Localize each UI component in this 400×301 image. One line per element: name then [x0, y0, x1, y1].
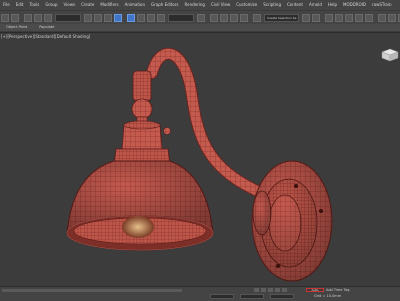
- lamp-shade: [66, 160, 214, 251]
- main-toolbar: Create Selection Se: [0, 10, 400, 25]
- rectangular-selection-icon[interactable]: [104, 13, 112, 22]
- select-and-place-icon[interactable]: [157, 13, 165, 22]
- arm-knuckle: [131, 70, 153, 126]
- go-to-end-icon[interactable]: [282, 288, 287, 292]
- menu-bar: File Edit Tools Group Views Create Modifiers An…: [0, 0, 400, 10]
- menu-views[interactable]: Views: [61, 0, 79, 10]
- auto-key-button[interactable]: Auto: [306, 288, 324, 292]
- menu-customize[interactable]: Customize: [233, 0, 260, 10]
- menu-rendering[interactable]: Rendering: [182, 0, 208, 10]
- render-setup-icon[interactable]: [378, 13, 387, 22]
- time-slider[interactable]: [2, 289, 182, 292]
- spinner-snap-icon[interactable]: [240, 13, 248, 22]
- perspective-viewport[interactable]: [+][Perspective][Standard][Default Shadi…: [0, 32, 400, 287]
- scene-explorer-icon[interactable]: [325, 13, 334, 22]
- add-time-tag[interactable]: Add Time Tag: [326, 288, 350, 292]
- angle-snap-icon[interactable]: [220, 13, 228, 22]
- unlink-icon[interactable]: [34, 13, 42, 22]
- select-and-rotate-icon[interactable]: [137, 13, 145, 22]
- menu-civil-view[interactable]: Civil View: [208, 0, 233, 10]
- menu-animation[interactable]: Animation: [122, 0, 148, 10]
- snaps-toggle-icon[interactable]: [210, 13, 218, 22]
- next-frame-icon[interactable]: [275, 288, 280, 292]
- named-selection-set-dropdown[interactable]: Create Selection Se: [264, 13, 300, 22]
- pivot-center-icon[interactable]: [197, 13, 205, 22]
- menu-scripting[interactable]: Scripting: [260, 0, 284, 10]
- menu-file[interactable]: File: [0, 0, 13, 10]
- play-icon[interactable]: [268, 288, 273, 292]
- selection-filter-dropdown[interactable]: [55, 13, 81, 22]
- status-bar: Auto Add Time Tag Grid = 10.0mm: [0, 286, 400, 301]
- reference-coordinate-dropdown[interactable]: [168, 13, 194, 22]
- link-icon[interactable]: [24, 13, 32, 22]
- edit-named-selection-icon[interactable]: [253, 13, 261, 22]
- ribbon-tab-populate[interactable]: Populate: [33, 24, 60, 31]
- material-editor-icon[interactable]: [365, 13, 374, 22]
- select-and-scale-icon[interactable]: [147, 13, 155, 22]
- undo-icon[interactable]: [1, 13, 9, 22]
- previous-frame-icon[interactable]: [261, 288, 266, 292]
- select-by-name-icon[interactable]: [94, 13, 102, 22]
- menu-arnold[interactable]: Arnold: [306, 0, 325, 10]
- percent-snap-icon[interactable]: [230, 13, 238, 22]
- layer-explorer-icon[interactable]: [335, 13, 344, 22]
- x-coordinate-field[interactable]: [210, 294, 234, 299]
- menu-moddroid[interactable]: MODDROID: [340, 0, 369, 10]
- rendered-frame-window-icon[interactable]: [388, 13, 397, 22]
- y-coordinate-field[interactable]: [240, 294, 264, 299]
- go-to-start-icon[interactable]: [254, 288, 259, 292]
- lamp-socket: [113, 120, 171, 164]
- align-icon[interactable]: [312, 13, 321, 22]
- bind-spacewarp-icon[interactable]: [44, 13, 52, 22]
- menu-modifiers[interactable]: Modifiers: [97, 0, 121, 10]
- menu-graph-editors[interactable]: Graph Editors: [148, 0, 181, 10]
- redo-icon[interactable]: [11, 13, 19, 22]
- menu-create[interactable]: Create: [78, 0, 97, 10]
- window-crossing-icon[interactable]: [114, 13, 122, 22]
- menu-edit[interactable]: Edit: [13, 0, 27, 10]
- lamp-model-wireframe[interactable]: [0, 33, 400, 287]
- menu-group[interactable]: Group: [42, 0, 60, 10]
- menu-rawstrain[interactable]: rawSTrain: [369, 0, 395, 10]
- arm-joint: [252, 190, 272, 236]
- light-bulb: [122, 216, 154, 238]
- z-coordinate-field[interactable]: [270, 294, 294, 299]
- menu-content[interactable]: Content: [284, 0, 306, 10]
- select-and-move-icon[interactable]: [127, 13, 135, 22]
- ribbon-tab-object-paint[interactable]: Object Paint: [0, 24, 33, 31]
- select-object-icon[interactable]: [84, 13, 92, 22]
- menu-help[interactable]: Help: [325, 0, 340, 10]
- menu-tools[interactable]: Tools: [26, 0, 42, 10]
- schematic-view-icon[interactable]: [355, 13, 364, 22]
- grid-size: Grid = 10.0mm: [314, 294, 342, 298]
- mirror-icon[interactable]: [302, 13, 311, 22]
- curve-editor-icon[interactable]: [345, 13, 354, 22]
- ribbon-tabs: Object Paint Populate: [0, 24, 400, 31]
